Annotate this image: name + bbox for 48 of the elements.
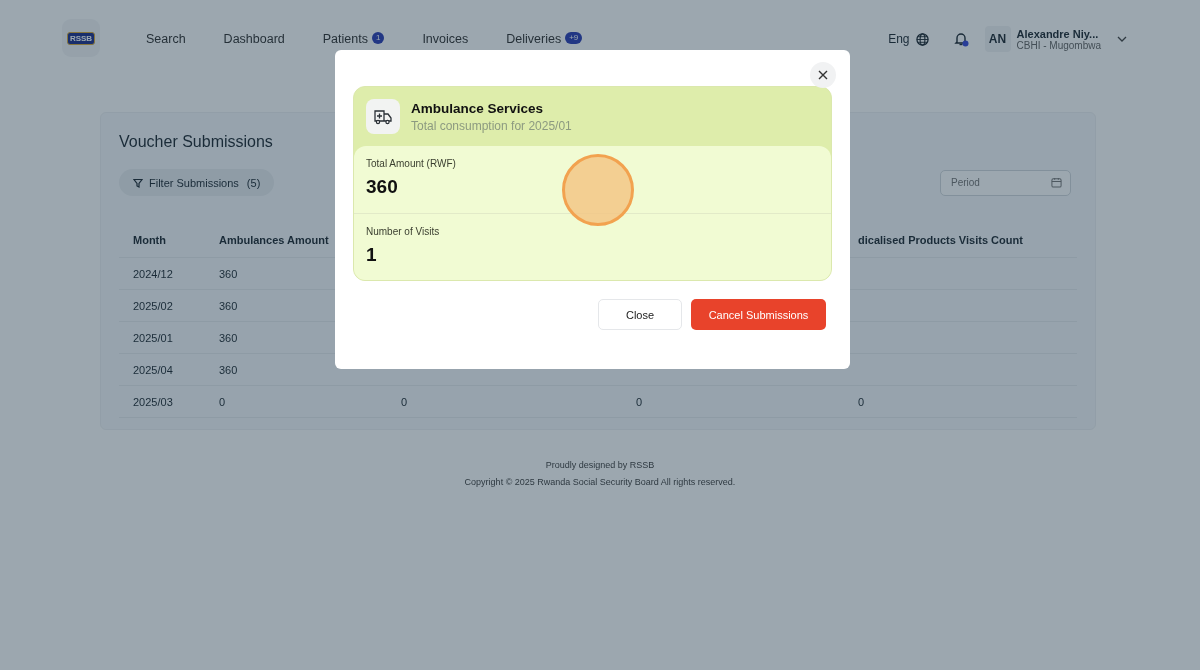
table-cell: 0 (858, 395, 865, 408)
nav-link[interactable]: Patients 1 (322, 32, 385, 46)
count-badge: 1 (371, 32, 385, 44)
filter-icon (133, 177, 143, 188)
page-title: Voucher Submissions (119, 133, 274, 151)
filter-button[interactable]: Filter Submissions (5) (119, 169, 275, 196)
stat-value: 1 (366, 244, 378, 266)
column-header: Month (133, 234, 166, 246)
user-avatar[interactable]: AN (984, 26, 1011, 52)
table-cell: 2024/12 (133, 267, 173, 280)
calendar-icon (1051, 176, 1062, 188)
modal-title: Ambulance Services (411, 100, 545, 116)
modal-subtitle: Total consumption for 2025/01 (411, 118, 572, 133)
language-selector[interactable]: Eng (888, 32, 910, 46)
globe-icon[interactable] (915, 32, 929, 46)
table-cell: 0 (401, 395, 408, 408)
close-button[interactable]: Close (598, 299, 682, 330)
nav-link[interactable]: Invoices (422, 32, 469, 46)
table-cell: 2025/02 (133, 299, 173, 312)
nav-link[interactable]: Search (146, 32, 186, 46)
table-cell: 0 (636, 395, 643, 408)
nav-link[interactable]: Dashboard (223, 32, 285, 46)
cancel-button[interactable]: Cancel Submissions (691, 299, 826, 330)
chevron-down-icon[interactable] (1117, 36, 1127, 42)
table-cell: 2025/04 (133, 363, 173, 376)
footer-text: Proudly designed by RSSB (545, 460, 655, 470)
close-icon[interactable] (810, 62, 836, 88)
stat-label: Total Amount (RWF) (366, 158, 457, 169)
period-field[interactable]: Period (940, 169, 1071, 196)
ambulance-icon (366, 99, 400, 134)
logo[interactable]: RSSB (62, 19, 100, 57)
user-name: Alexandre Niy... (1016, 27, 1100, 40)
table-cell: 360 (219, 331, 238, 344)
table-cell: 360 (219, 267, 238, 280)
column-header: Ambulances Amount (219, 234, 329, 246)
stat-value: 360 (366, 176, 399, 198)
table-cell: 360 (219, 363, 238, 376)
table-cell: 2025/01 (133, 331, 173, 344)
nav-link[interactable]: Deliveries +9 (506, 32, 583, 46)
column-header: dicalised Products Visits Count (858, 234, 1023, 246)
stat-label: Number of Visits (366, 226, 441, 237)
bell-icon[interactable] (952, 31, 969, 47)
table-cell: 2025/03 (133, 395, 173, 408)
copyright-text: Copyright © 2025 Rwanda Social Security Board All rights reserved. (464, 477, 736, 487)
table-cell: 0 (219, 395, 226, 408)
user-organization: CBHI - Mugombwa (1016, 39, 1101, 51)
count-badge: +9 (565, 32, 583, 44)
table-cell: 360 (219, 299, 238, 312)
